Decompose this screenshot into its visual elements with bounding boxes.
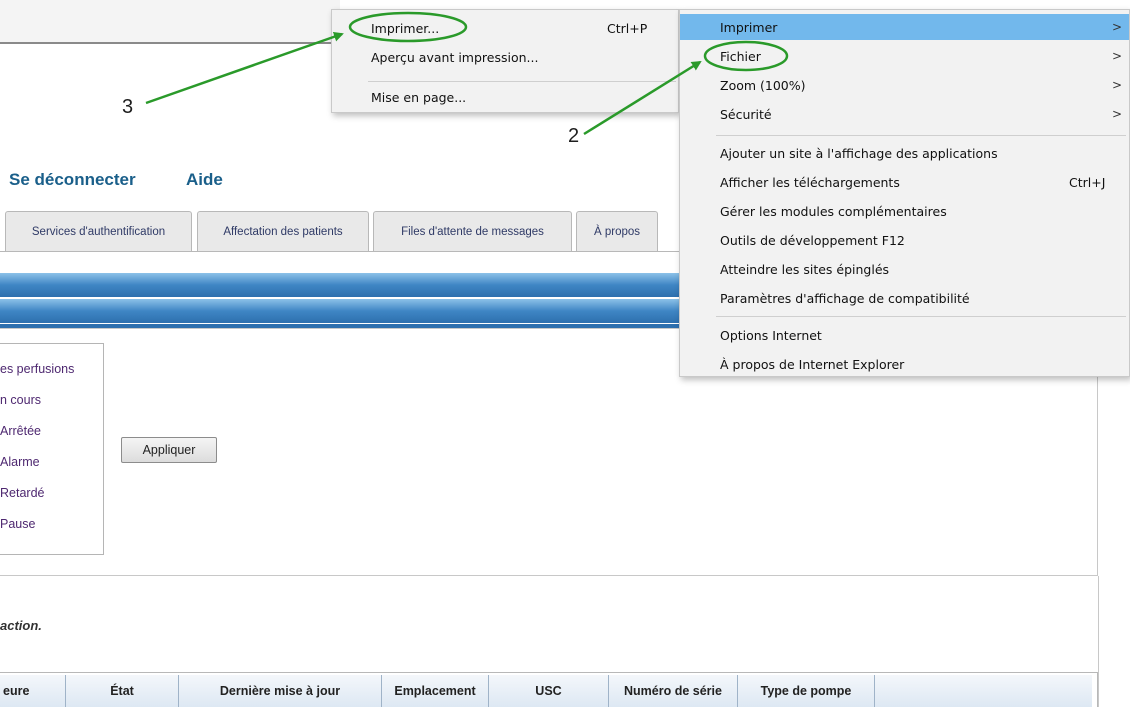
callout-arrow-3 [145, 31, 344, 105]
callout-overlay [145, 11, 789, 136]
callout-arrow-2 [583, 60, 702, 136]
highlight-circle-print [348, 11, 468, 43]
highlight-circle-file [703, 40, 789, 72]
callout-number-2: 2 [568, 125, 580, 147]
callout-number-3: 3 [122, 96, 134, 118]
